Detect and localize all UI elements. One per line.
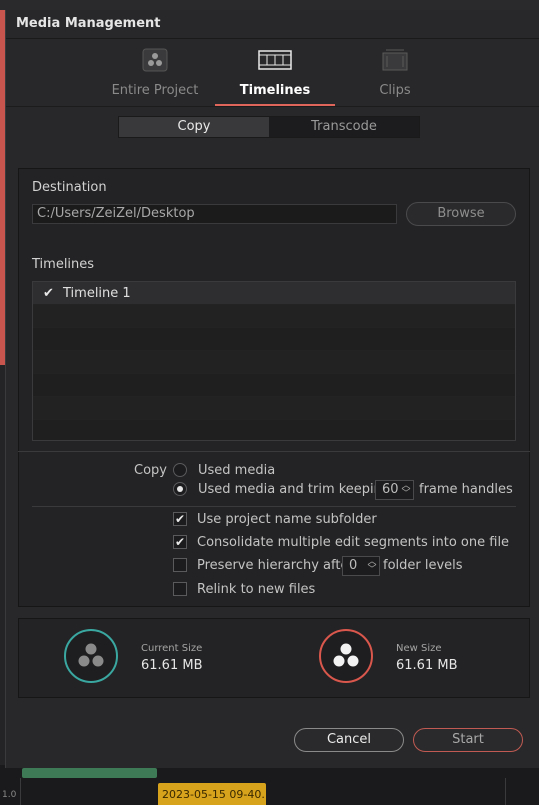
frame-handles-value: 60: [382, 482, 399, 497]
dialog-title: Media Management: [16, 16, 161, 31]
divider: [32, 506, 516, 507]
timeline-ruler-label: 1.0: [2, 790, 17, 800]
used-media-radio[interactable]: [173, 463, 187, 477]
current-size-ring: [64, 629, 118, 683]
timeline-name: Timeline 1: [63, 286, 131, 301]
stepper-arrows-icon[interactable]: ︿ ﹀: [367, 558, 377, 575]
used-media-trim-label: Used media and trim keeping: [198, 482, 391, 497]
tab-timelines[interactable]: Timelines: [215, 44, 335, 106]
mode-tabs: Entire Project Timelines Clips: [6, 44, 539, 106]
divider: [6, 38, 539, 39]
used-media-label: Used media: [198, 463, 276, 478]
background-app-strip: [0, 0, 539, 10]
list-item-empty: [33, 328, 515, 351]
tab-label: Clips: [379, 83, 411, 98]
destination-label: Destination: [32, 180, 107, 195]
tab-clips[interactable]: Clips: [335, 44, 455, 106]
divider: [18, 451, 530, 452]
new-size-value: 61.61 MB: [396, 658, 458, 673]
new-size-label: New Size: [396, 643, 442, 654]
divider: [6, 106, 539, 107]
transcode-mode-button[interactable]: Transcode: [269, 117, 419, 137]
list-item-empty: [33, 397, 515, 420]
project-subfolder-label: Use project name subfolder: [197, 512, 377, 527]
frame-handles-suffix: frame handles: [419, 482, 513, 497]
list-item[interactable]: ✔ Timeline 1: [33, 282, 515, 305]
folder-levels-value: 0: [349, 558, 358, 573]
start-button[interactable]: Start: [413, 728, 523, 752]
used-media-trim-radio[interactable]: [173, 482, 187, 496]
folder-levels-suffix: folder levels: [383, 558, 463, 573]
destination-path-field[interactable]: C:/Users/ZeiZel/Desktop: [32, 204, 397, 224]
tab-label: Timelines: [239, 83, 311, 98]
current-size-value: 61.61 MB: [141, 658, 203, 673]
preserve-hierarchy-checkbox[interactable]: [173, 558, 187, 572]
tab-label: Entire Project: [111, 83, 199, 98]
frame-handles-stepper[interactable]: 60 ︿ ﹀: [375, 480, 414, 500]
stepper-arrows-icon[interactable]: ︿ ﹀: [401, 482, 411, 499]
timeline-video-clip[interactable]: 2023-05-15 09-40...: [158, 783, 266, 805]
folder-levels-stepper[interactable]: 0 ︿ ﹀: [342, 556, 380, 576]
list-item-empty: [33, 420, 515, 440]
resolve-logo-icon: [142, 48, 168, 72]
background-track-divider: [505, 778, 506, 805]
relink-checkbox[interactable]: [173, 582, 187, 596]
background-track-divider: [20, 778, 21, 805]
resolve-logo-icon: [333, 643, 359, 667]
preserve-hierarchy-label: Preserve hierarchy after: [197, 558, 354, 573]
project-subfolder-checkbox[interactable]: ✔: [173, 512, 187, 526]
consolidate-checkbox[interactable]: ✔: [173, 535, 187, 549]
background-audio-clip: [22, 768, 157, 778]
consolidate-label: Consolidate multiple edit segments into …: [197, 535, 510, 550]
copy-options-label: Copy: [134, 463, 167, 478]
tab-entire-project[interactable]: Entire Project: [95, 44, 215, 106]
checkmark-icon[interactable]: ✔: [43, 286, 54, 301]
relink-label: Relink to new files: [197, 582, 316, 597]
list-item-empty: [33, 374, 515, 397]
cancel-button[interactable]: Cancel: [294, 728, 404, 752]
browse-button[interactable]: Browse: [406, 202, 516, 226]
copy-transcode-toggle: Copy Transcode: [118, 116, 420, 138]
new-size-ring: [319, 629, 373, 683]
timelines-list[interactable]: ✔ Timeline 1: [32, 281, 516, 441]
copy-mode-button[interactable]: Copy: [119, 117, 269, 137]
timelines-label: Timelines: [32, 257, 95, 272]
list-item-empty: [33, 305, 515, 328]
current-size-label: Current Size: [141, 643, 203, 654]
list-item-empty: [33, 351, 515, 374]
timeline-filmstrip-icon: [258, 48, 292, 72]
clips-icon: [382, 48, 408, 72]
resolve-logo-icon: [78, 643, 104, 667]
